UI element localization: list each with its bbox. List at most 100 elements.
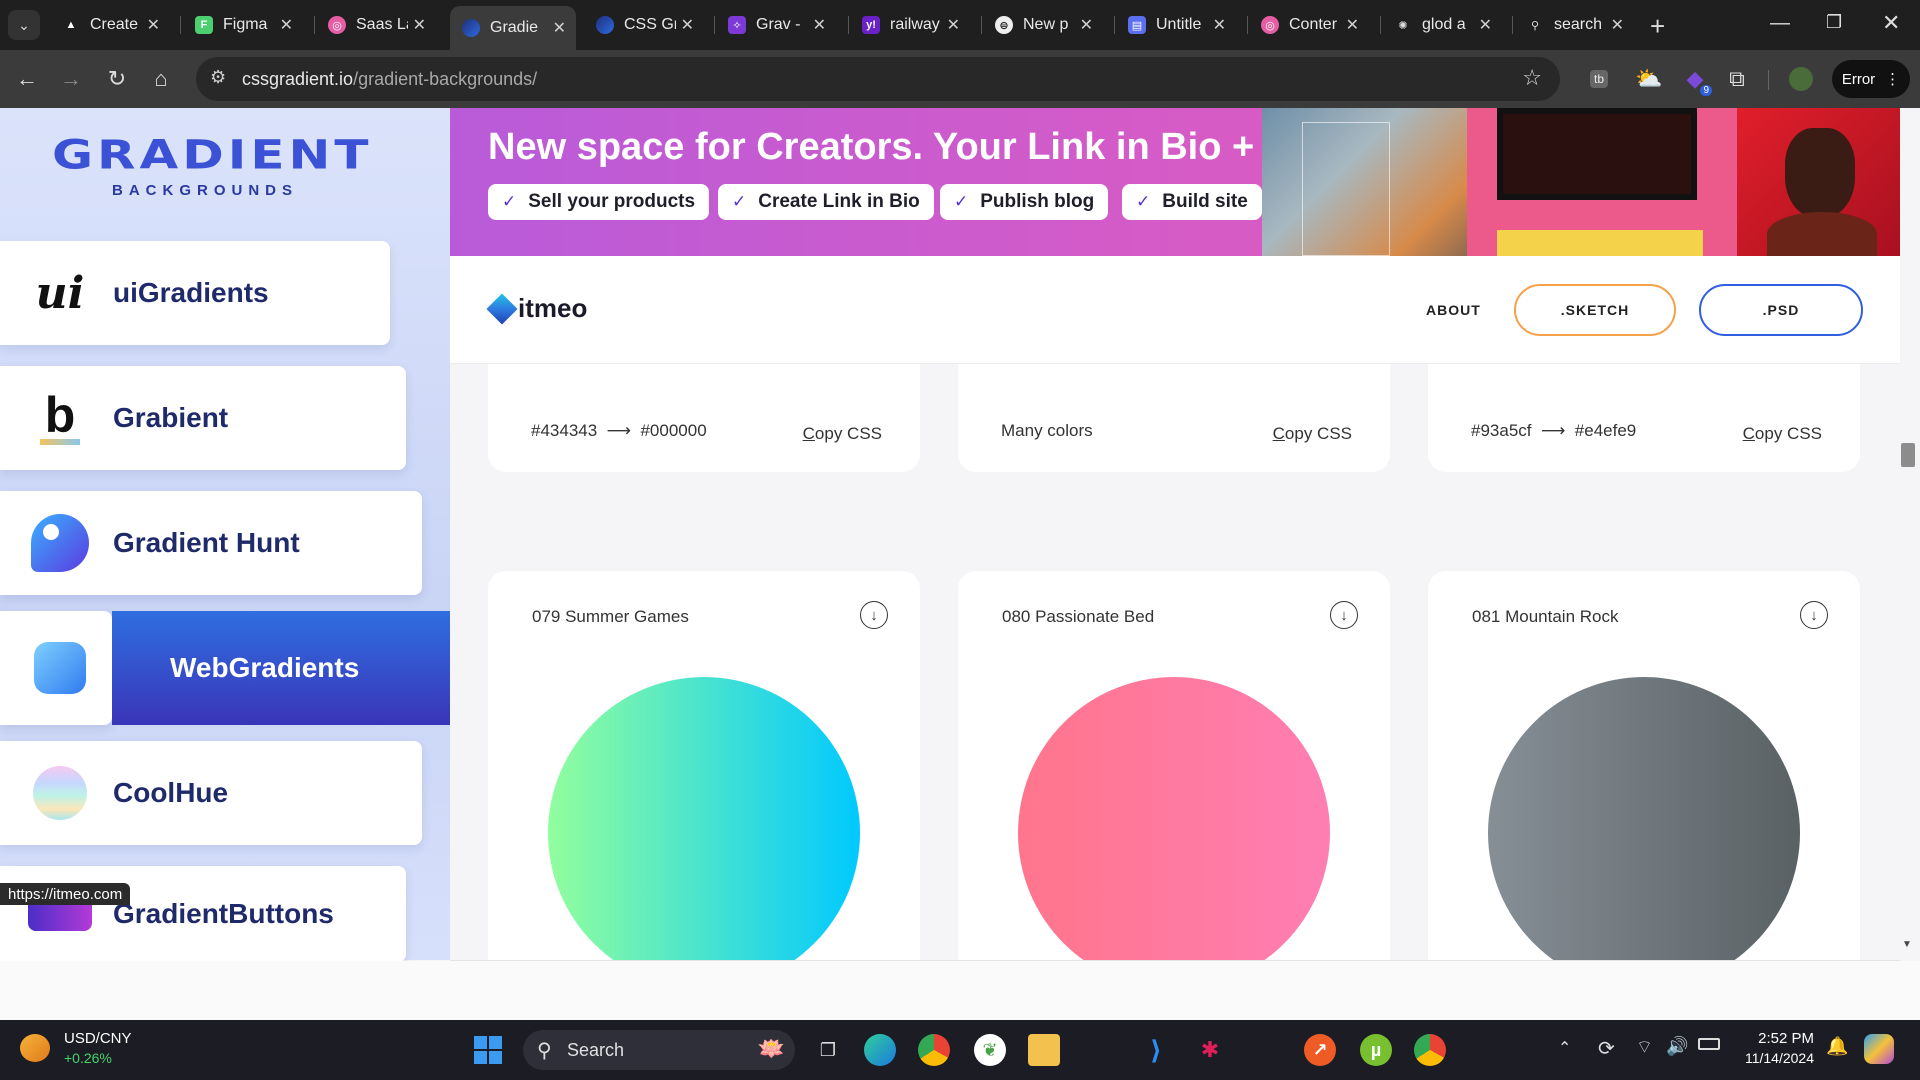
browser-tab[interactable]: ◎ Saas La ✕ (316, 8, 436, 42)
psd-download-button[interactable]: .PSD (1699, 284, 1863, 336)
copy-css-button[interactable]: Copy CSS (1743, 424, 1822, 444)
browser-tab[interactable]: ▲ Create ✕ (50, 8, 170, 42)
notification-bell-icon[interactable]: 🔔 (1826, 1036, 1848, 1057)
sidebar-item-uigradients[interactable]: ui uiGradients (0, 241, 390, 345)
tab-label: Saas La (356, 16, 408, 33)
volume-icon[interactable]: 🔊 (1666, 1036, 1688, 1057)
more-menu-icon[interactable]: ⋮ (1885, 70, 1900, 88)
show-hidden-icons-icon[interactable]: ⌃ (1558, 1038, 1571, 1058)
postman-icon[interactable]: ↗ (1304, 1034, 1336, 1066)
nav-about-link[interactable]: ABOUT (1426, 302, 1481, 318)
chrome-active-icon[interactable] (1414, 1034, 1446, 1066)
itmeo-logo-icon[interactable] (486, 293, 518, 325)
clock[interactable]: 2:52 PM 11/14/2024 (1730, 1030, 1814, 1066)
promo-pill[interactable]: ✓ Publish blog (940, 184, 1109, 220)
promo-pill[interactable]: ✓ Sell your products (488, 184, 710, 220)
browser-tab[interactable]: ⚲ search ✕ (1514, 8, 1634, 42)
restore-icon[interactable]: ❐ (1826, 12, 1842, 33)
copilot-icon[interactable] (1864, 1034, 1894, 1064)
browser-tab[interactable]: ⊜ New p ✕ (983, 8, 1103, 42)
tab-search-button[interactable]: ⌄ (8, 10, 40, 40)
promo-banner[interactable]: New space for Creators. Your Link in Bio… (450, 108, 1900, 256)
sidebar-item-grabient[interactable]: b Grabient (0, 366, 406, 470)
close-tab-icon[interactable]: ✕ (813, 15, 826, 35)
gradient-card-passionate-bed[interactable]: 080 Passionate Bed ↓ (958, 571, 1390, 960)
close-tab-icon[interactable]: ✕ (147, 15, 160, 35)
browser-tab[interactable]: ✺ glod a ✕ (1382, 8, 1502, 42)
browser-tab[interactable]: F Figma ✕ (183, 8, 303, 42)
close-tab-icon[interactable]: ✕ (1080, 15, 1093, 35)
close-tab-icon[interactable]: ✕ (413, 15, 426, 35)
extension-ab-icon[interactable]: tb (1584, 64, 1614, 94)
sidebar-item-coolhue[interactable]: CoolHue (0, 741, 422, 845)
promo-photo-portrait (1737, 108, 1900, 256)
download-icon[interactable]: ↓ (1800, 601, 1828, 629)
wifi-icon[interactable]: ⌔ (1636, 1036, 1653, 1059)
sync-icon[interactable]: ⟳ (1598, 1036, 1615, 1061)
profile-error-button[interactable]: Error ⋮ (1832, 60, 1910, 98)
vscode-icon[interactable]: ⟩ (1140, 1034, 1172, 1066)
gradient-preview (1488, 677, 1800, 960)
utorrent-icon[interactable]: µ (1360, 1034, 1392, 1066)
close-tab-icon[interactable]: ✕ (1479, 15, 1492, 35)
gradient-card-summer-games[interactable]: 079 Summer Games ↓ (488, 571, 920, 960)
avatar[interactable] (1786, 64, 1816, 94)
site-logo[interactable]: GRADIENT (52, 132, 372, 178)
close-tab-icon[interactable]: ✕ (1213, 15, 1226, 35)
close-tab-icon[interactable]: ✕ (1611, 15, 1624, 35)
copy-css-button[interactable]: Copy CSS (1273, 424, 1352, 444)
new-tab-icon[interactable]: + (1650, 11, 1665, 42)
sketch-download-button[interactable]: .SKETCH (1514, 284, 1676, 336)
tab-label: Untitle (1156, 16, 1202, 33)
download-icon[interactable]: ↓ (860, 601, 888, 629)
scroll-down-arrow-icon[interactable]: ▼ (1902, 939, 1912, 950)
address-bar[interactable]: ⚙ cssgradient.io/gradient-backgrounds/ ☆ (196, 57, 1560, 101)
forward-icon[interactable]: → (56, 64, 86, 94)
extensions-puzzle-icon[interactable]: ⧉ (1722, 64, 1752, 94)
edge-icon[interactable] (864, 1034, 896, 1066)
browser-tab[interactable]: y! railway ✕ (850, 8, 970, 42)
sidebar-item-webgradients[interactable]: WebGradients (0, 611, 470, 725)
file-explorer-icon[interactable] (1028, 1034, 1060, 1066)
close-tab-icon[interactable]: ✕ (553, 18, 566, 38)
browser-tab[interactable]: ✧ Grav - ✕ (716, 8, 836, 42)
back-icon[interactable]: ← (12, 64, 42, 94)
browser-tab-active[interactable]: Gradie ✕ (450, 6, 576, 50)
chrome-icon[interactable] (918, 1034, 950, 1066)
close-tab-icon[interactable]: ✕ (1346, 15, 1359, 35)
copy-css-button[interactable]: Copy CSS (803, 424, 882, 444)
taskbar-search[interactable]: ⚲ Search 🪷 (523, 1030, 795, 1070)
promo-pill[interactable]: ✓ Build site (1122, 184, 1262, 220)
slack-icon[interactable]: ✱ (1194, 1034, 1226, 1066)
reload-icon[interactable]: ↻ (102, 64, 132, 94)
weather-widget[interactable]: USD/CNY +0.26% (20, 1030, 150, 1070)
close-tab-icon[interactable]: ✕ (947, 15, 960, 35)
scrollbar-thumb[interactable] (1901, 443, 1915, 467)
close-window-icon[interactable]: ✕ (1882, 10, 1900, 36)
download-icon[interactable]: ↓ (1330, 601, 1358, 629)
promo-pill[interactable]: ✓ Create Link in Bio (718, 184, 934, 220)
arrow-right-icon: ⟶ (606, 421, 632, 440)
site-info-icon[interactable]: ⚙ (210, 67, 226, 88)
browser-tab[interactable]: ◎ Conter ✕ (1249, 8, 1369, 42)
check-icon: ✓ (502, 192, 517, 211)
browser-tab[interactable]: CSS Gr ✕ (584, 8, 704, 42)
minimize-icon[interactable]: — (1770, 12, 1790, 35)
gradient-card-mountain-rock[interactable]: 081 Mountain Rock ↓ (1428, 571, 1860, 960)
sidebar-item-gradientbuttons[interactable]: GradientButtons (0, 866, 406, 962)
home-icon[interactable]: ⌂ (146, 64, 176, 94)
sidebar-item-gradient-hunt[interactable]: Gradient Hunt (0, 491, 422, 595)
bookmark-star-icon[interactable]: ☆ (1522, 65, 1542, 91)
task-view-icon[interactable]: ❐ (812, 1034, 844, 1066)
extension-recorder-icon[interactable]: ⛅ (1634, 64, 1664, 94)
check-icon: ✓ (954, 192, 969, 211)
currency-icon (20, 1034, 50, 1062)
close-tab-icon[interactable]: ✕ (280, 15, 293, 35)
battery-icon[interactable] (1698, 1038, 1720, 1050)
extension-purple-icon[interactable]: ◆ 9 (1680, 64, 1712, 96)
mongodb-icon[interactable]: ❦ (974, 1034, 1006, 1066)
close-tab-icon[interactable]: ✕ (681, 15, 694, 35)
windows-start-icon[interactable] (472, 1034, 504, 1066)
browser-tab[interactable]: ▤ Untitle ✕ (1116, 8, 1236, 42)
itmeo-brand[interactable]: itmeo (518, 293, 587, 324)
